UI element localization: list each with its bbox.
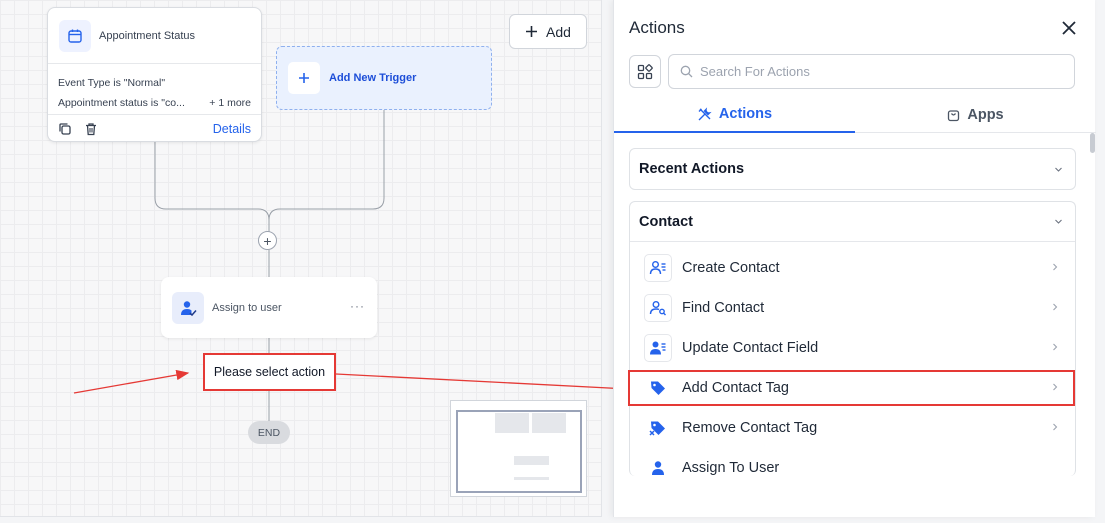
action-item-update-contact-field[interactable]: Update Contact Field	[630, 328, 1075, 368]
minimap-node	[495, 413, 529, 433]
trigger-title: Appointment Status	[99, 29, 196, 42]
app-grid-icon	[637, 63, 653, 79]
contact-section[interactable]: Contact Create Contact Find Contact Upda…	[629, 201, 1076, 476]
add-new-trigger-button[interactable]: Add New Trigger	[276, 46, 492, 110]
minimap-node	[532, 413, 566, 433]
action-item-find-contact[interactable]: Find Contact	[630, 288, 1075, 328]
step-title: Assign to user	[212, 301, 282, 314]
action-item-label: Remove Contact Tag	[682, 420, 818, 436]
more-conditions-link[interactable]: + 1 more	[209, 93, 251, 113]
search-icon	[680, 65, 693, 78]
details-link[interactable]: Details	[213, 122, 251, 136]
contact-list-icon	[644, 254, 672, 282]
minimap-node	[514, 456, 549, 465]
chevron-right-icon	[1053, 383, 1058, 391]
tab-actions[interactable]: Actions	[614, 97, 855, 133]
minimap[interactable]	[450, 400, 587, 497]
trigger-condition: Event Type is "Normal"	[58, 77, 166, 89]
tools-icon	[698, 106, 712, 120]
add-button-label: Add	[546, 23, 571, 40]
tab-apps[interactable]: Apps	[855, 97, 1096, 133]
recent-actions-section[interactable]: Recent Actions	[629, 148, 1076, 190]
section-label: Recent Actions	[639, 161, 745, 177]
chevron-down-icon	[1055, 219, 1062, 224]
chevron-right-icon	[1053, 263, 1058, 271]
contact-update-icon	[644, 334, 672, 362]
add-step-button[interactable]: +	[258, 231, 277, 250]
trigger-footer: Details	[48, 114, 261, 142]
assign-user-icon	[172, 291, 204, 324]
tab-actions-label: Actions	[718, 106, 773, 122]
chevron-right-icon	[1053, 343, 1058, 351]
action-item-label: Create Contact	[682, 260, 780, 276]
end-node: END	[248, 421, 290, 444]
trigger-conditions: Event Type is "Normal" Appointment statu…	[48, 64, 261, 114]
section-header[interactable]: Recent Actions	[630, 149, 1075, 189]
app-grid-button[interactable]	[629, 55, 661, 88]
step-menu-icon[interactable]: ···	[350, 299, 365, 313]
chevron-right-icon	[1053, 423, 1058, 431]
select-action-placeholder[interactable]: Please select action	[203, 353, 336, 391]
bag-icon	[948, 109, 960, 121]
action-item-create-contact[interactable]: Create Contact	[630, 248, 1075, 288]
panel-tabs: Actions Apps	[614, 97, 1096, 133]
action-item-label: Update Contact Field	[682, 340, 819, 356]
plus-icon	[288, 62, 320, 94]
action-item-label: Add Contact Tag	[682, 380, 789, 396]
chevron-right-icon	[1053, 303, 1058, 311]
search-input[interactable]	[700, 64, 1060, 79]
tag-remove-icon	[644, 414, 672, 442]
section-header[interactable]: Contact	[630, 202, 1075, 242]
action-item-label: Find Contact	[682, 300, 765, 316]
trigger-header: Appointment Status	[48, 8, 261, 64]
calendar-icon	[59, 19, 91, 52]
copy-icon[interactable]	[58, 122, 72, 136]
trash-icon[interactable]	[84, 122, 98, 136]
add-new-trigger-label: Add New Trigger	[329, 72, 417, 84]
section-label: Contact	[639, 213, 693, 230]
assign-to-user-step[interactable]: Assign to user ···	[161, 277, 377, 338]
contact-search-icon	[644, 294, 672, 322]
panel-scrollbar[interactable]	[1090, 133, 1095, 153]
tab-apps-label: Apps	[967, 107, 1004, 123]
search-field[interactable]	[668, 54, 1075, 89]
add-button[interactable]: Add	[509, 14, 587, 49]
action-item-remove-contact-tag[interactable]: Remove Contact Tag	[630, 408, 1075, 448]
close-icon[interactable]	[1060, 19, 1078, 37]
assign-user-icon	[644, 454, 672, 476]
minimap-node	[514, 477, 549, 480]
chevron-down-icon	[1055, 167, 1062, 172]
actions-panel: Actions Actions Apps Recent Actions Cont…	[613, 0, 1096, 517]
plus-icon	[525, 25, 538, 38]
panel-title: Actions	[629, 18, 685, 37]
tag-icon	[644, 374, 672, 402]
action-item-label: Assign To User	[682, 460, 780, 476]
workflow-canvas[interactable]: Appointment Status Event Type is "Normal…	[0, 0, 602, 517]
trigger-condition: Appointment status is "co...	[58, 97, 185, 109]
trigger-card[interactable]: Appointment Status Event Type is "Normal…	[47, 7, 262, 142]
action-item-assign-to-user[interactable]: Assign To User	[630, 448, 1075, 476]
action-item-add-contact-tag[interactable]: Add Contact Tag	[630, 368, 1075, 408]
